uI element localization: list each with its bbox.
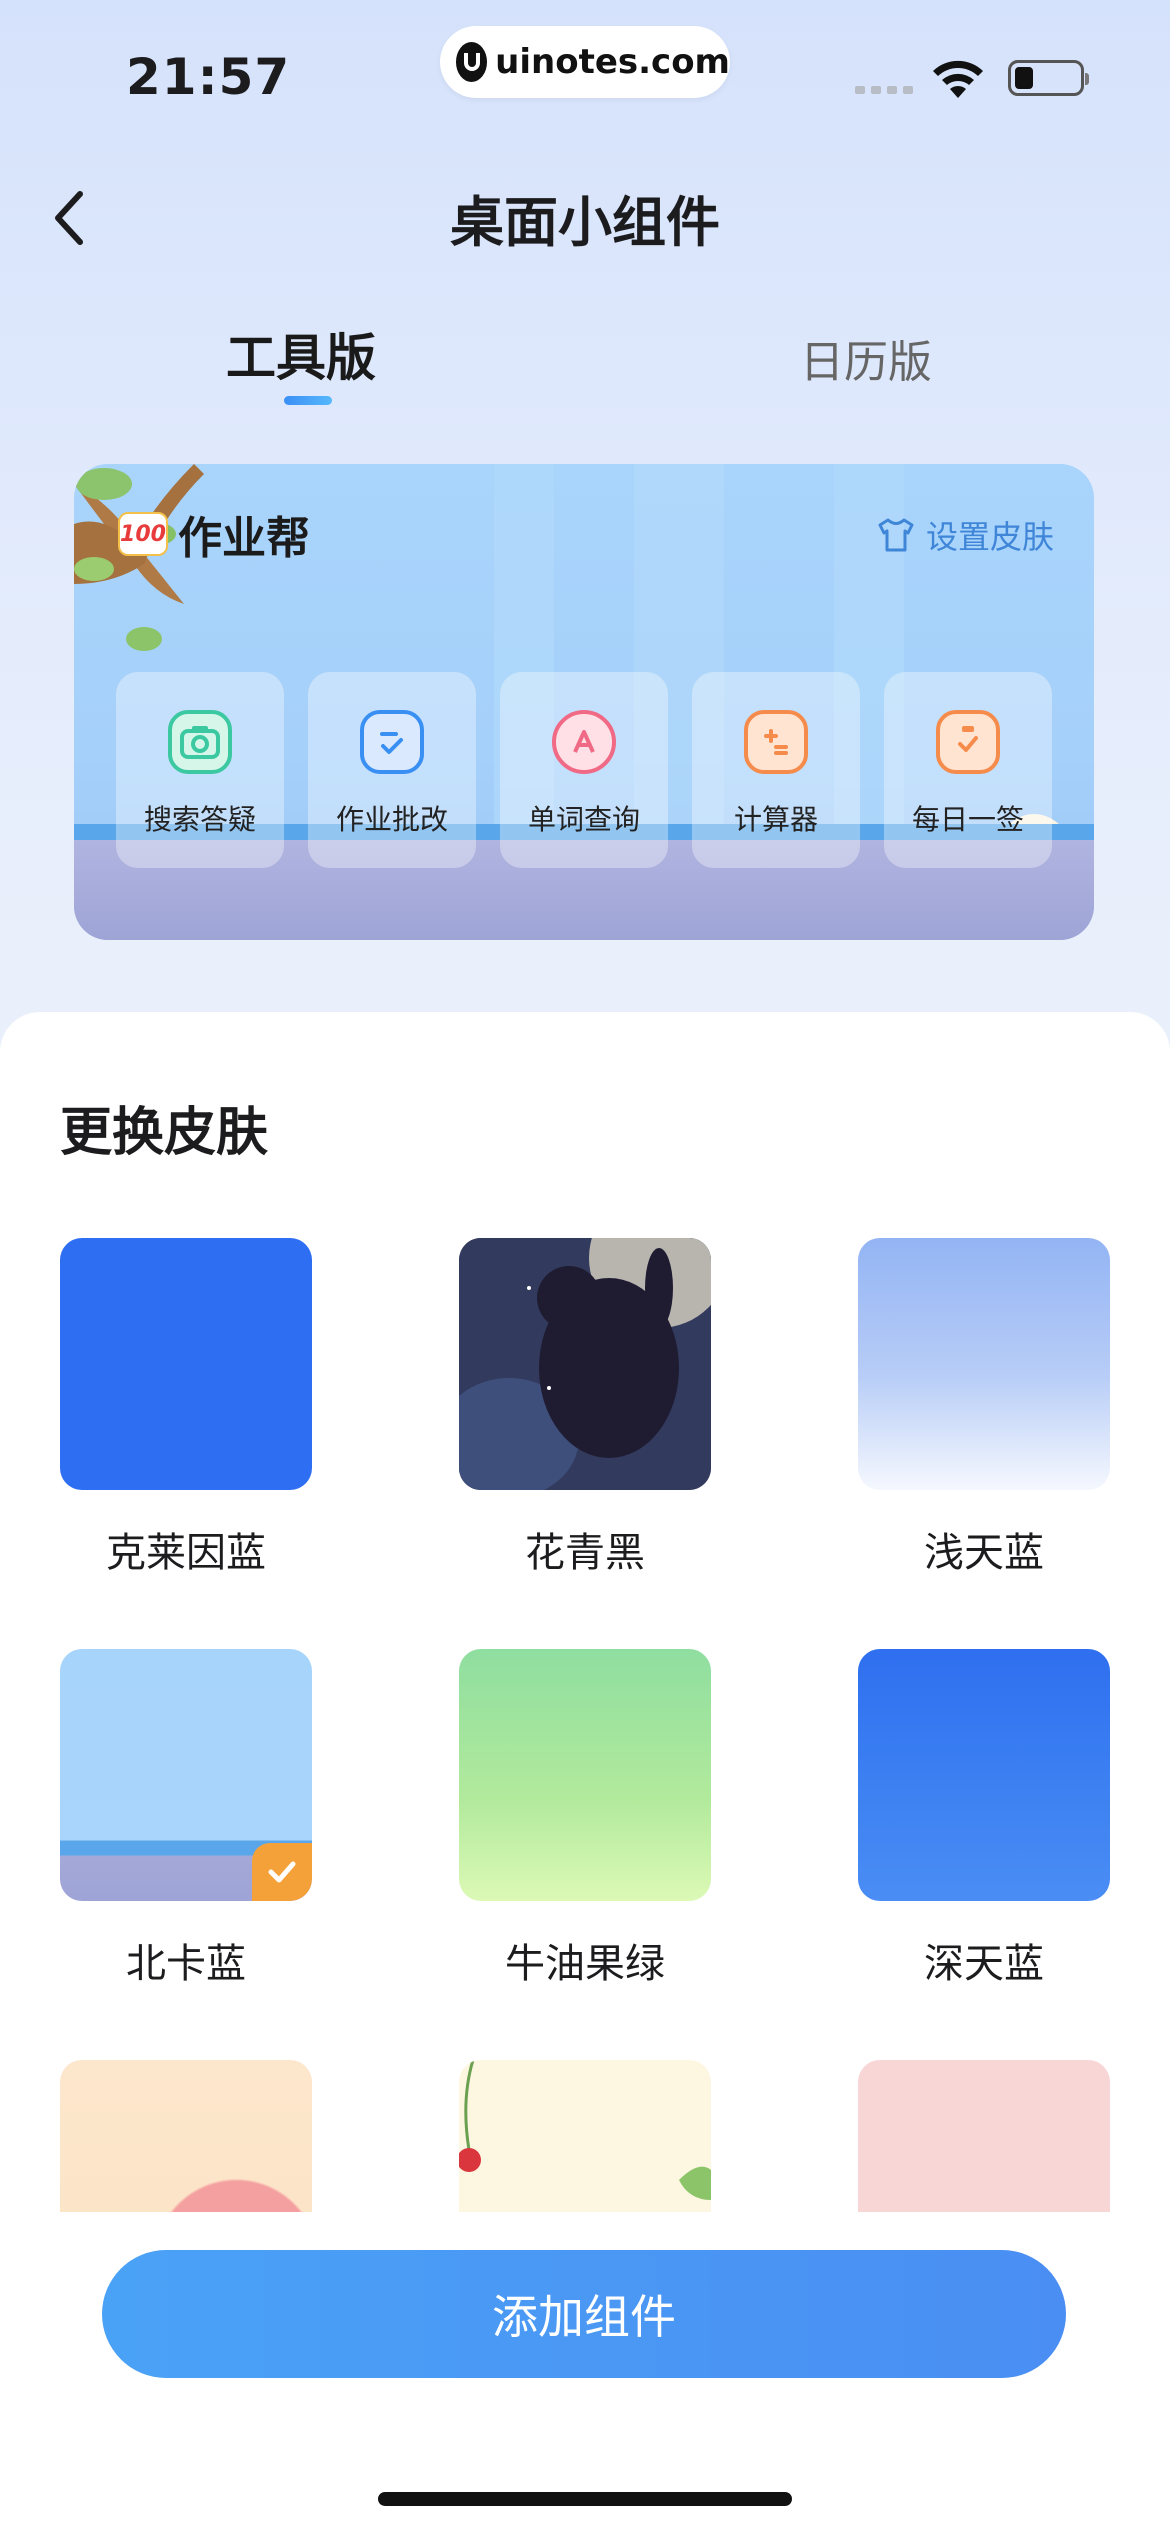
skin-label: 花青黑 <box>525 1530 645 1576</box>
tool-label: 每日一签 <box>911 803 1024 836</box>
check-doc-icon <box>360 710 424 774</box>
widget-tools: 搜索答疑 作业批改 单词查询 计算器 每日一签 <box>116 672 1052 868</box>
checkmark-icon <box>268 1861 296 1883</box>
status-time: 21:57 <box>126 48 291 106</box>
skin-thumbnail <box>459 2060 711 2212</box>
url-pill[interactable]: uinotes.com <box>440 26 730 98</box>
tool-label: 作业批改 <box>335 803 448 836</box>
cellular-signal-icon <box>855 86 913 94</box>
skin-thumbnail <box>60 1649 312 1901</box>
skin-option-light-sky-blue[interactable]: 浅天蓝 <box>858 1238 1110 1578</box>
calculator-icon <box>744 710 808 774</box>
skin-thumbnail <box>858 2060 1110 2212</box>
skin-option-avocado-green[interactable]: 牛油果绿 <box>459 1649 711 1989</box>
section-title-change-skin: 更换皮肤 <box>60 1103 269 1163</box>
cherry-icon <box>459 2060 711 2200</box>
url-text: uinotes.com <box>495 42 730 82</box>
skin-option-peach[interactable] <box>60 2060 312 2212</box>
set-skin-label: 设置皮肤 <box>925 518 1054 556</box>
skin-option-cherry[interactable] <box>459 2060 711 2212</box>
tool-label: 搜索答疑 <box>143 803 256 836</box>
home-indicator <box>378 2492 792 2506</box>
skin-thumbnail <box>60 2060 312 2212</box>
camera-icon <box>168 710 232 774</box>
brand-logo-icon: 100 <box>118 512 168 556</box>
tool-word-lookup[interactable]: 单词查询 <box>500 672 668 868</box>
skin-thumbnail <box>459 1238 711 1490</box>
site-logo-icon <box>456 42 488 82</box>
skin-label: 克莱因蓝 <box>106 1530 266 1576</box>
skin-option-deep-sky-blue[interactable]: 深天蓝 <box>858 1649 1110 1989</box>
letter-a-search-icon <box>552 710 616 774</box>
skin-label: 牛油果绿 <box>505 1941 665 1987</box>
tool-label: 单词查询 <box>527 803 640 836</box>
wifi-icon <box>933 60 983 98</box>
battery-icon <box>1008 60 1089 96</box>
set-skin-link[interactable]: 设置皮肤 <box>876 512 1054 558</box>
skin-option-cyan-black[interactable]: 花青黑 <box>459 1238 711 1578</box>
skin-thumbnail <box>858 1238 1110 1490</box>
tab-calendar-version[interactable]: 日历版 <box>800 326 932 390</box>
skin-option-klein-blue[interactable]: 克莱因蓝 <box>60 1238 312 1578</box>
night-illustration <box>459 1238 711 1490</box>
brand-name: 作业帮 <box>178 513 310 564</box>
tool-search-answer[interactable]: 搜索答疑 <box>116 672 284 868</box>
page-title: 桌面小组件 <box>450 191 720 254</box>
skin-option-pink[interactable] <box>858 2060 1110 2212</box>
tool-daily-sign[interactable]: 每日一签 <box>884 672 1052 868</box>
widget-brand: 100 作业帮 <box>118 502 310 566</box>
clipboard-check-icon <box>936 710 1000 774</box>
active-tab-indicator <box>284 396 332 405</box>
skin-label: 深天蓝 <box>924 1941 1044 1987</box>
skin-thumbnail <box>858 1649 1110 1901</box>
tool-label: 计算器 <box>733 803 818 836</box>
tshirt-icon <box>878 518 914 552</box>
widget-preview: 100 作业帮 设置皮肤 搜索答疑 作业批改 单词查询 计算器 每日一签 <box>74 464 1094 940</box>
tool-homework-check[interactable]: 作业批改 <box>308 672 476 868</box>
skin-label: 浅天蓝 <box>924 1530 1044 1576</box>
tool-calculator[interactable]: 计算器 <box>692 672 860 868</box>
skin-thumbnail <box>60 1238 312 1490</box>
tab-tool-version[interactable]: 工具版 <box>226 318 376 390</box>
skin-option-carolina-blue[interactable]: 北卡蓝 <box>60 1649 312 1989</box>
skin-label: 北卡蓝 <box>126 1941 246 1987</box>
add-widget-button[interactable]: 添加组件 <box>102 2250 1066 2378</box>
selected-check-badge <box>252 1843 312 1901</box>
skin-thumbnail <box>459 1649 711 1901</box>
